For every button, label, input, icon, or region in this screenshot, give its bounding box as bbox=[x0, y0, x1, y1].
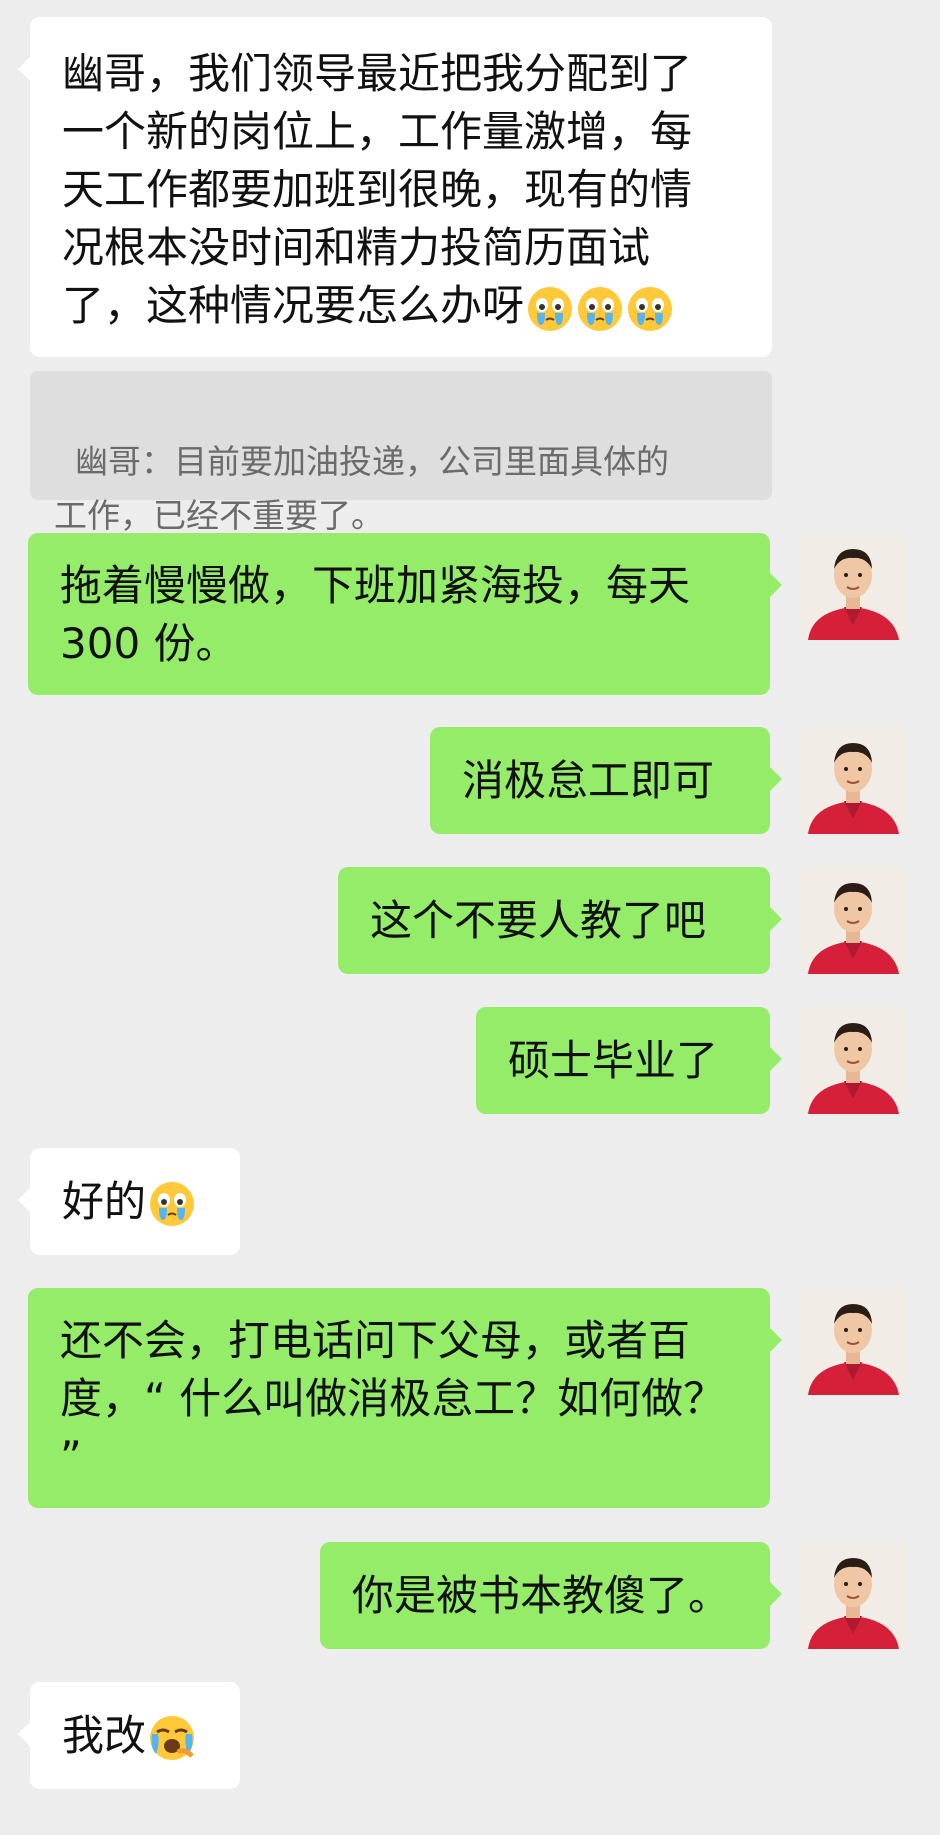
avatar-portrait-icon bbox=[800, 533, 907, 640]
avatar-portrait-icon bbox=[800, 1007, 907, 1114]
avatar[interactable] bbox=[800, 533, 907, 640]
message-bubble-outgoing[interactable]: 这个不要人教了吧 bbox=[338, 867, 782, 974]
avatar-portrait-icon bbox=[800, 1542, 907, 1649]
message-text: 消极怠工即可 bbox=[462, 755, 715, 805]
avatar[interactable] bbox=[800, 727, 907, 834]
message-text: 硕士毕业了 bbox=[508, 1035, 719, 1085]
message-bubble-incoming[interactable]: 好的 bbox=[18, 1148, 240, 1255]
message-bubble-outgoing[interactable]: 你是被书本教傻了。 bbox=[320, 1542, 782, 1649]
crying-face-icon bbox=[576, 285, 624, 333]
quoted-message[interactable]: 幽哥：目前要加油投递，公司里面具体的 工作，已经不重要了。 bbox=[30, 371, 772, 535]
message-text: 拖着慢慢做，下班加紧海投，每天 300 份。 bbox=[60, 561, 691, 668]
avatar-portrait-icon bbox=[800, 1288, 907, 1395]
quoted-text: 幽哥：目前要加油投递，公司里面具体的 工作，已经不重要了。 bbox=[54, 442, 669, 535]
crying-face-icon bbox=[148, 1180, 196, 1228]
message-bubble-outgoing[interactable]: 还不会，打电话问下父母，或者百 度，“ 什么叫做消极怠工？如何做？ ” bbox=[28, 1288, 782, 1508]
message-text: 我改 bbox=[62, 1707, 196, 1765]
message-bubble-incoming[interactable]: 幽哥，我们领导最近把我分配到了 一个新的岗位上，工作量激增，每 天工作都要加班到… bbox=[18, 17, 772, 357]
crying-face-icon bbox=[626, 285, 674, 333]
crying-face-icon bbox=[526, 285, 574, 333]
message-bubble-outgoing[interactable]: 硕士毕业了 bbox=[476, 1007, 782, 1114]
message-text: 好的 bbox=[62, 1173, 196, 1231]
avatar[interactable] bbox=[800, 1288, 907, 1395]
message-text: 还不会，打电话问下父母，或者百 度，“ 什么叫做消极怠工？如何做？ ” bbox=[60, 1316, 726, 1481]
message-text: 你是被书本教傻了。 bbox=[352, 1570, 731, 1620]
message-bubble-outgoing[interactable]: 消极怠工即可 bbox=[430, 727, 782, 834]
loudly-crying-face-icon bbox=[148, 1714, 196, 1762]
avatar[interactable] bbox=[800, 1542, 907, 1649]
avatar[interactable] bbox=[800, 867, 907, 974]
avatar[interactable] bbox=[800, 1007, 907, 1114]
message-text: 幽哥，我们领导最近把我分配到了 一个新的岗位上，工作量激增，每 天工作都要加班到… bbox=[62, 45, 740, 335]
avatar-portrait-icon bbox=[800, 727, 907, 834]
message-bubble-incoming[interactable]: 我改 bbox=[18, 1682, 240, 1789]
message-bubble-outgoing[interactable]: 拖着慢慢做，下班加紧海投，每天 300 份。 bbox=[28, 533, 782, 695]
message-text: 这个不要人教了吧 bbox=[370, 895, 707, 945]
avatar-portrait-icon bbox=[800, 867, 907, 974]
